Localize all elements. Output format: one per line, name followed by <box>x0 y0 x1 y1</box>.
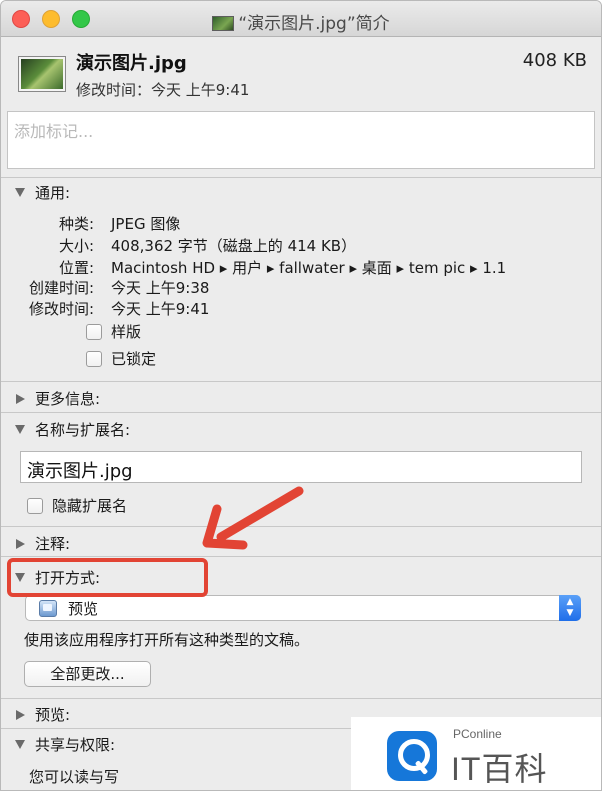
stationery-label: 样版 <box>111 323 142 341</box>
section-general-header[interactable]: 通用: <box>15 182 70 203</box>
tags-input[interactable]: 添加标记... <box>7 111 595 169</box>
file-header: 演示图片.jpg 408 KB 修改时间：今天 上午9:41 <box>1 37 601 109</box>
modified-time: 修改时间：今天 上午9:41 <box>76 81 250 99</box>
size-value: 408,362 字节（磁盘上的 414 KB） <box>111 237 357 255</box>
created-value: 今天 上午9:38 <box>111 279 210 297</box>
image-file-icon <box>212 16 235 31</box>
disclosure-triangle-closed-icon[interactable] <box>16 393 25 404</box>
watermark-brand: PConline <box>453 727 502 741</box>
section-comments-title: 注释: <box>35 535 71 553</box>
section-name-ext-title: 名称与扩展名: <box>35 421 131 439</box>
section-more-info-title: 更多信息: <box>35 390 101 408</box>
disclosure-triangle-open-icon[interactable] <box>15 188 25 197</box>
sharing-status: 您可以读与写 <box>29 768 120 786</box>
open-with-note: 使用该应用程序打开所有这种类型的文稿。 <box>24 631 310 649</box>
annotation-arrow-icon <box>202 486 304 550</box>
annotation-highlight-box <box>7 558 208 597</box>
location-label: 位置: <box>58 259 94 277</box>
open-with-app-popup[interactable]: 预览 ▲ ▼ <box>25 595 581 621</box>
section-name-ext-header[interactable]: 名称与扩展名: <box>15 419 130 440</box>
disclosure-triangle-closed-icon[interactable] <box>16 709 25 720</box>
search-logo-icon <box>387 731 437 781</box>
popup-chevron-icon[interactable]: ▲ ▼ <box>559 595 581 621</box>
section-more-info-header[interactable]: 更多信息: <box>15 388 100 409</box>
open-with-app-name: 预览 <box>68 600 99 618</box>
disclosure-triangle-open-icon[interactable] <box>15 425 25 434</box>
info-window: “演示图片.jpg”简介 演示图片.jpg 408 KB 修改时间：今天 上午9… <box>0 0 602 791</box>
locked-label: 已锁定 <box>111 350 157 368</box>
stationery-checkbox-row[interactable]: 样版 <box>86 321 141 342</box>
modified-label: 修改时间: <box>28 300 94 318</box>
watermark-title: IT百科 <box>451 751 548 787</box>
kind-label: 种类: <box>58 215 94 233</box>
disclosure-triangle-open-icon[interactable] <box>15 740 25 749</box>
change-all-button[interactable]: 全部更改... <box>24 661 151 687</box>
stationery-checkbox[interactable] <box>86 323 102 340</box>
created-label: 创建时间: <box>28 279 94 297</box>
kind-value: JPEG 图像 <box>111 215 181 233</box>
window-title-wrap: “演示图片.jpg”简介 <box>1 9 601 34</box>
divider <box>1 381 601 382</box>
hide-extension-label: 隐藏扩展名 <box>52 497 128 515</box>
disclosure-triangle-closed-icon[interactable] <box>16 538 25 549</box>
watermark-logo: PConline IT百科 <box>351 717 601 790</box>
hide-extension-checkbox-row[interactable]: 隐藏扩展名 <box>27 495 127 516</box>
section-general-title: 通用: <box>35 184 71 202</box>
divider <box>1 177 601 178</box>
modified-value: 今天 上午9:41 <box>111 300 210 318</box>
file-thumbnail-icon <box>19 57 65 91</box>
section-sharing-header[interactable]: 共享与权限: <box>15 734 115 755</box>
divider <box>1 698 601 699</box>
file-size: 408 KB <box>522 50 587 71</box>
locked-checkbox-row[interactable]: 已锁定 <box>86 348 156 369</box>
title-bar[interactable]: “演示图片.jpg”简介 <box>1 1 601 37</box>
section-preview-title: 预览: <box>35 706 71 724</box>
hide-extension-checkbox[interactable] <box>27 497 43 514</box>
section-preview-header[interactable]: 预览: <box>15 704 70 725</box>
section-sharing-title: 共享与权限: <box>35 736 116 754</box>
divider <box>1 412 601 413</box>
file-name: 演示图片.jpg <box>76 53 187 74</box>
window-title: “演示图片.jpg”简介 <box>238 14 390 34</box>
location-value[interactable]: Macintosh HD ▸ 用户 ▸ fallwater ▸ 桌面 ▸ tem… <box>111 257 506 278</box>
locked-checkbox[interactable] <box>86 350 102 367</box>
section-comments-header[interactable]: 注释: <box>15 533 70 554</box>
size-label: 大小: <box>58 237 94 255</box>
preview-app-icon <box>39 600 57 617</box>
